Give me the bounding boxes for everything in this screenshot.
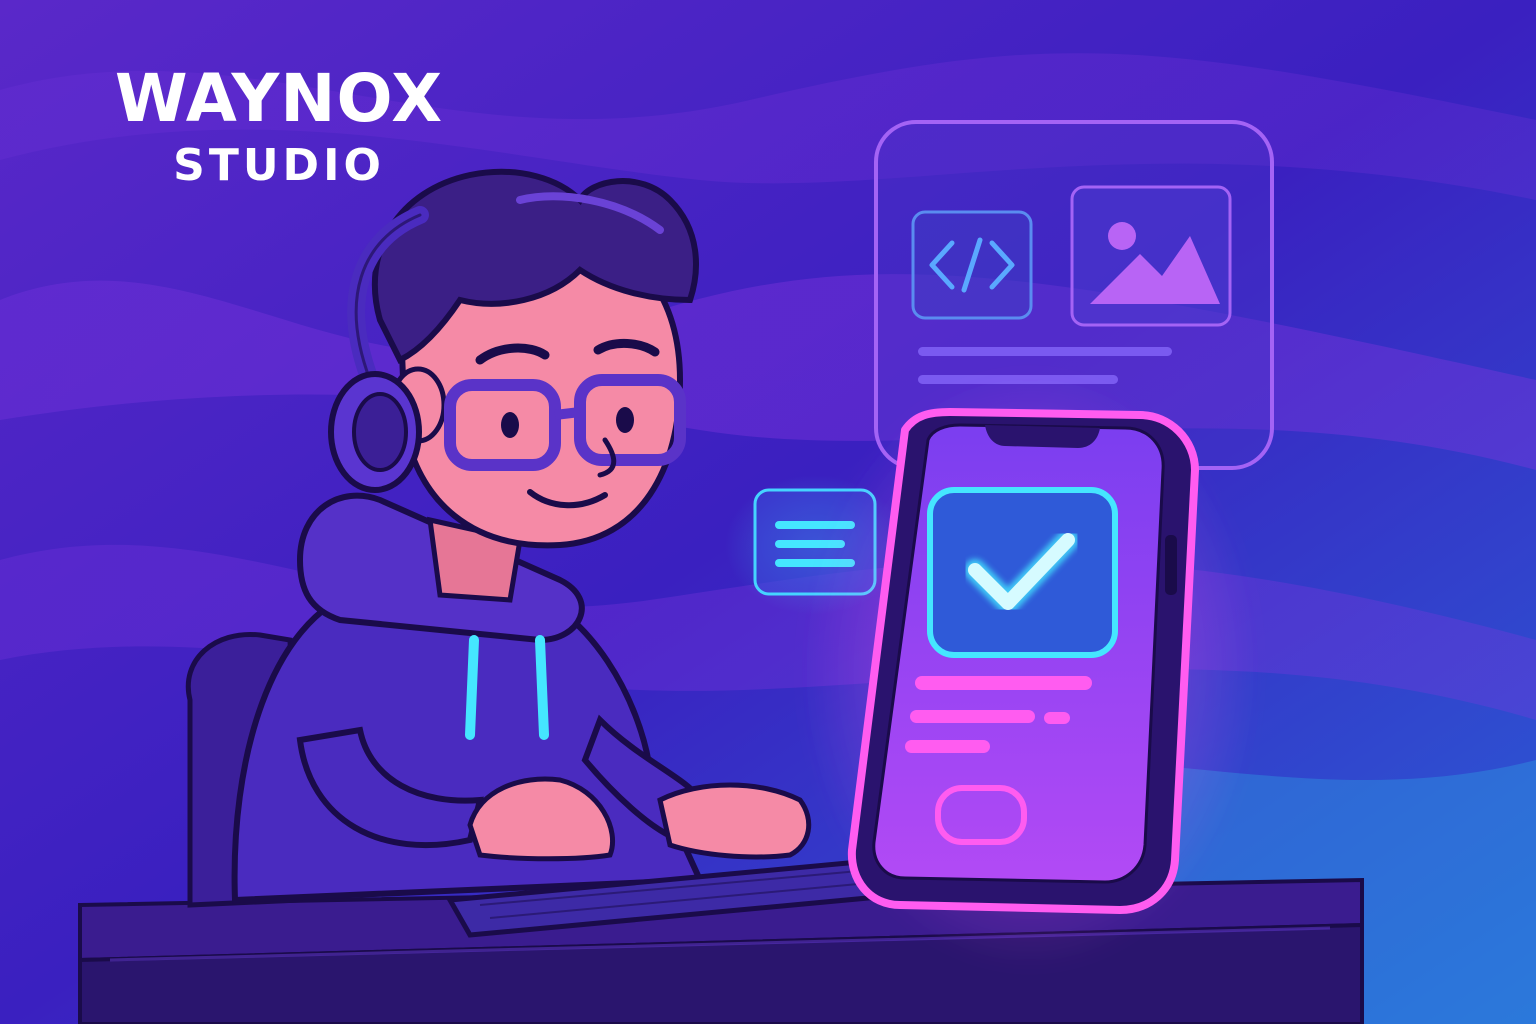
brand-logo: WAYNOX STUDIO — [104, 62, 454, 192]
brand-title: WAYNOX — [114, 60, 444, 137]
brand-subtitle: STUDIO — [173, 140, 385, 191]
image-mountain-icon — [1070, 185, 1232, 327]
smartphone — [847, 408, 1199, 914]
